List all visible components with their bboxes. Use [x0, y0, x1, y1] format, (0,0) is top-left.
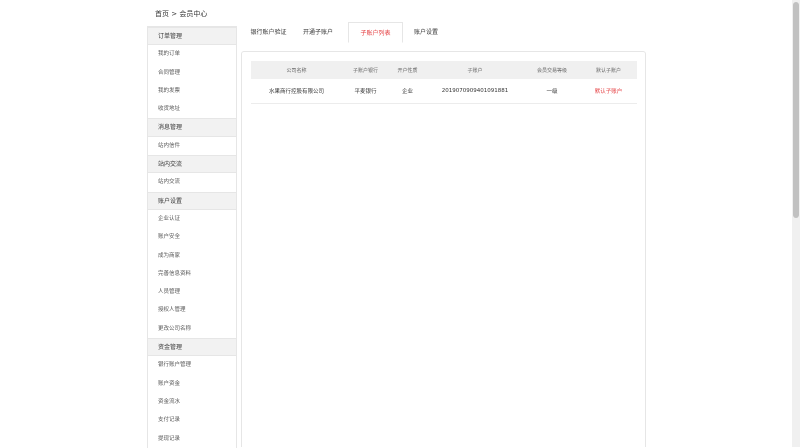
sidebar-item-bank-accounts[interactable]: 银行账户管理 [148, 356, 236, 374]
sidebar-item-account-security[interactable]: 账户安全 [148, 228, 236, 246]
table-cell: 一级 [524, 79, 580, 104]
sidebar-section-orders: 订单管理 [148, 27, 236, 46]
scrollbar[interactable] [792, 0, 800, 447]
sidebar-item-fund-flow[interactable]: 资金流水 [148, 393, 236, 411]
sidebar-item-contracts[interactable]: 合同管理 [148, 64, 236, 82]
content-panel: 公司名称 子账户银行 开户性质 子账户 会员交易等级 默认子账户 水果商行控股有限公司 平麦… [241, 51, 646, 447]
sidebar-item-complete-info[interactable]: 完善信息资料 [148, 265, 236, 283]
sidebar-item-withdraw-records[interactable]: 提现记录 [148, 430, 236, 448]
tab-bank-verify[interactable]: 银行账户验证 [241, 22, 296, 43]
column-header: 开户性质 [389, 61, 426, 79]
sidebar-item-authorized[interactable]: 授权人管理 [148, 301, 236, 319]
sidebar-item-site-communication[interactable]: 站内交流 [148, 173, 236, 191]
sidebar-item-site-mail[interactable]: 站内信件 [148, 137, 236, 155]
sidebar: 订单管理 我的订单 合同管理 我的发票 收货地址 消息管理 站内信件 站内交流 站内交流 账户设置… [147, 26, 237, 448]
tab-account-settings[interactable]: 账户设置 [406, 22, 446, 43]
table-header-row: 公司名称 子账户银行 开户性质 子账户 会员交易等级 默认子账户 [251, 61, 637, 79]
column-header: 公司名称 [251, 61, 342, 79]
sidebar-item-account-funds[interactable]: 账户资金 [148, 375, 236, 393]
column-header: 子账户 [426, 61, 524, 79]
table-row: 水果商行控股有限公司 平麦银行 企业 2019070909401091881 一级 默认子… [251, 79, 637, 104]
sidebar-item-staff[interactable]: 人员管理 [148, 283, 236, 301]
sidebar-section-communication: 站内交流 [148, 155, 236, 174]
scrollbar-thumb[interactable] [793, 2, 799, 218]
sidebar-item-enterprise-cert[interactable]: 企业认证 [148, 210, 236, 228]
sidebar-item-shipping-address[interactable]: 收货地址 [148, 100, 236, 118]
table-cell: 2019070909401091881 [426, 79, 524, 104]
column-header: 子账户银行 [342, 61, 389, 79]
sidebar-item-payment-records[interactable]: 支付记录 [148, 411, 236, 429]
tab-subaccount-list[interactable]: 子账户列表 [348, 22, 403, 43]
breadcrumb: 首页 > 会员中心 [155, 10, 208, 18]
default-subaccount-link[interactable]: 默认子账户 [580, 79, 637, 104]
sidebar-section-messages: 消息管理 [148, 118, 236, 137]
column-header: 默认子账户 [580, 61, 637, 79]
tab-bar: 银行账户验证 开通子账户 子账户列表 账户设置 [241, 22, 646, 44]
column-header: 会员交易等级 [524, 61, 580, 79]
sidebar-item-my-invoices[interactable]: 我的发票 [148, 82, 236, 100]
tab-open-subaccount[interactable]: 开通子账户 [295, 22, 341, 43]
sidebar-item-my-orders[interactable]: 我的订单 [148, 45, 236, 63]
table-cell: 企业 [389, 79, 426, 104]
sidebar-item-become-merchant[interactable]: 成为商家 [148, 247, 236, 265]
sidebar-item-change-company-name[interactable]: 更改公司名称 [148, 320, 236, 338]
sidebar-section-account: 账户设置 [148, 191, 236, 210]
sidebar-section-funds: 资金管理 [148, 338, 236, 357]
table-cell: 平麦银行 [342, 79, 389, 104]
subaccount-table: 公司名称 子账户银行 开户性质 子账户 会员交易等级 默认子账户 水果商行控股有限公司 平麦… [251, 61, 637, 104]
table-cell: 水果商行控股有限公司 [251, 79, 342, 104]
